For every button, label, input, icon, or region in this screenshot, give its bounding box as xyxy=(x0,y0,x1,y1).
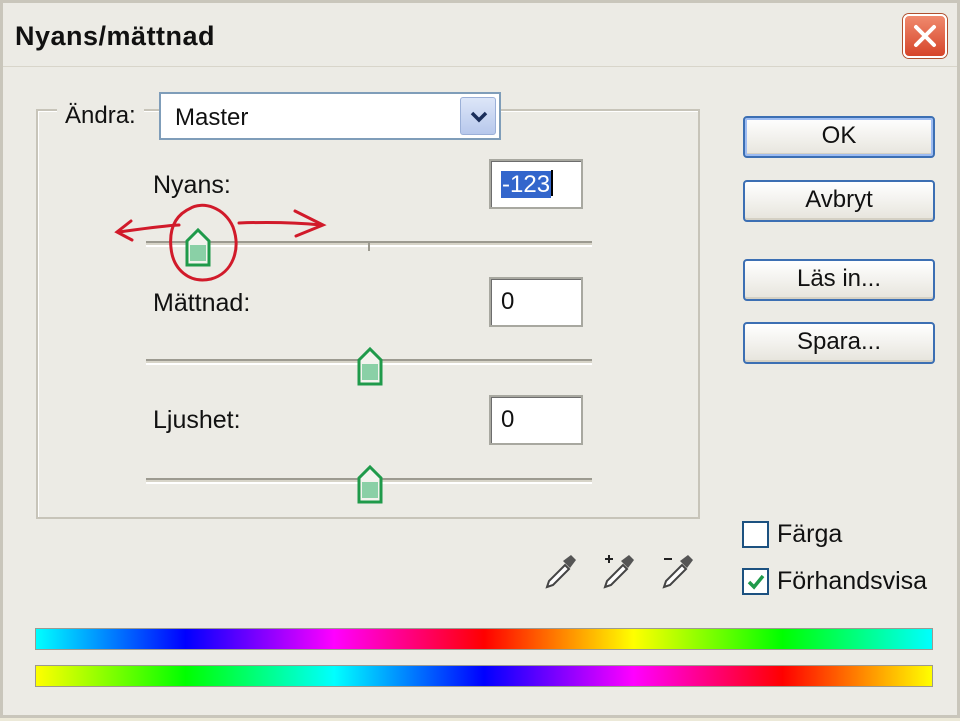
lightness-label: Ljushet: xyxy=(153,406,241,434)
hue-input[interactable]: -123 xyxy=(489,159,583,209)
close-button[interactable] xyxy=(903,14,947,58)
saturation-slider-thumb[interactable] xyxy=(355,346,385,386)
edit-select[interactable]: Master xyxy=(159,92,501,140)
text-caret xyxy=(551,170,554,196)
window-title: Nyans/mättnad xyxy=(15,21,216,51)
eyedropper-icon[interactable] xyxy=(543,551,579,591)
dropdown-button[interactable] xyxy=(460,97,496,135)
edit-label: Ändra: xyxy=(65,102,136,129)
cancel-button[interactable]: Avbryt xyxy=(743,180,935,222)
preview-checkbox[interactable] xyxy=(742,568,769,595)
colorize-label: Färga xyxy=(777,520,843,548)
eyedropper-minus-icon[interactable] xyxy=(660,551,696,591)
title-bar[interactable]: Nyans/mättnad xyxy=(3,3,957,67)
edit-select-value: Master xyxy=(175,104,249,131)
eyedropper-plus-icon[interactable] xyxy=(601,551,637,591)
saturation-label: Mättnad: xyxy=(153,289,251,317)
close-icon xyxy=(914,25,936,47)
lightness-slider-thumb[interactable] xyxy=(355,464,385,504)
load-button[interactable]: Läs in... xyxy=(743,259,935,301)
hue-value: -123 xyxy=(501,171,552,198)
save-button[interactable]: Spara... xyxy=(743,322,935,364)
preview-label: Förhandsvisa xyxy=(777,567,928,595)
preview-option[interactable]: Förhandsvisa xyxy=(742,567,927,596)
ok-button[interactable]: OK xyxy=(743,116,935,158)
hue-slider-thumb[interactable] xyxy=(183,227,213,267)
hue-center-tick xyxy=(368,243,370,251)
hue-label: Nyans: xyxy=(153,171,231,199)
edit-legend: Ändra: xyxy=(57,95,144,137)
input-color-bar xyxy=(35,628,933,650)
saturation-value: 0 xyxy=(501,288,515,315)
chevron-down-icon xyxy=(470,111,488,123)
colorize-option[interactable]: Färga xyxy=(742,520,842,549)
lightness-input[interactable]: 0 xyxy=(489,395,583,445)
checkmark-icon xyxy=(747,574,765,590)
saturation-input[interactable]: 0 xyxy=(489,277,583,327)
adjustment-group xyxy=(36,109,700,519)
lightness-value: 0 xyxy=(501,406,515,433)
hue-saturation-dialog: Nyans/mättnad Ändra: Master Nyans: -123 … xyxy=(0,0,960,718)
colorize-checkbox[interactable] xyxy=(742,521,769,548)
output-color-bar xyxy=(35,665,933,687)
